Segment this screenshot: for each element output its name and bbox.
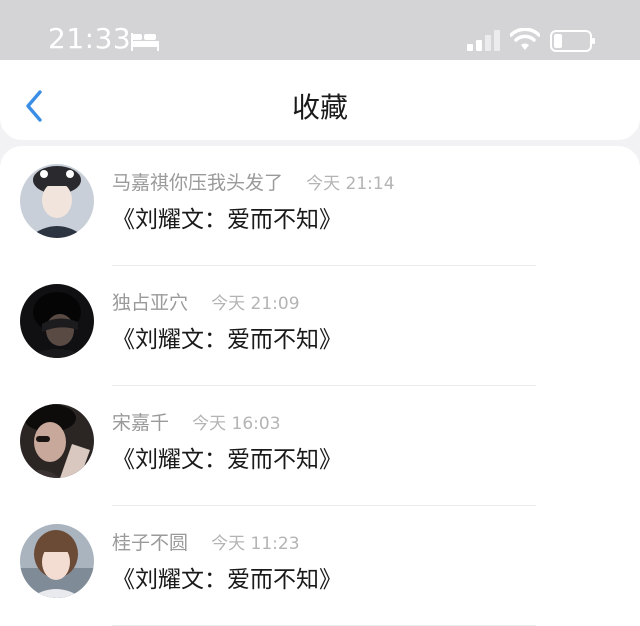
avatar[interactable] — [20, 284, 94, 358]
list-item[interactable]: 桂子不圆 今天 11:23 《刘耀文：爱而不知》 — [0, 506, 640, 626]
timestamp: 今天 21:09 — [211, 294, 300, 314]
timestamp: 今天 16:03 — [192, 414, 281, 434]
avatar[interactable] — [20, 404, 94, 478]
status-time: 21:33 — [48, 22, 132, 55]
list-item[interactable]: 宋嘉千 今天 16:03 《刘耀文：爱而不知》 — [0, 386, 640, 506]
timestamp: 今天 21:14 — [306, 174, 395, 194]
avatar[interactable] — [20, 164, 94, 238]
user-name[interactable]: 桂子不圆 — [112, 532, 188, 554]
favorites-list: 马嘉祺你压我头发了 今天 21:14 《刘耀文：爱而不知》 独占亚穴 今天 21… — [0, 146, 640, 626]
user-name[interactable]: 马嘉祺你压我头发了 — [112, 172, 283, 194]
favorite-content[interactable]: 《刘耀文：爱而不知》 — [112, 440, 342, 474]
wifi-icon — [510, 28, 540, 50]
user-name[interactable]: 独占亚穴 — [112, 292, 188, 314]
list-item[interactable]: 马嘉祺你压我头发了 今天 21:14 《刘耀文：爱而不知》 — [0, 146, 640, 266]
nav-bar: 收藏 — [0, 60, 640, 140]
bed-icon — [131, 33, 159, 51]
favorite-content[interactable]: 《刘耀文：爱而不知》 — [112, 320, 342, 354]
cellular-signal-icon — [467, 30, 500, 51]
status-bar: 21:33 — [0, 0, 640, 60]
user-name[interactable]: 宋嘉千 — [112, 412, 169, 434]
page-title: 收藏 — [291, 91, 348, 124]
timestamp: 今天 11:23 — [211, 534, 300, 554]
list-item[interactable]: 独占亚穴 今天 21:09 《刘耀文：爱而不知》 — [0, 266, 640, 386]
avatar[interactable] — [20, 524, 94, 598]
battery-icon — [550, 30, 595, 52]
favorite-content[interactable]: 《刘耀文：爱而不知》 — [112, 200, 342, 234]
favorite-content[interactable]: 《刘耀文：爱而不知》 — [112, 560, 342, 594]
